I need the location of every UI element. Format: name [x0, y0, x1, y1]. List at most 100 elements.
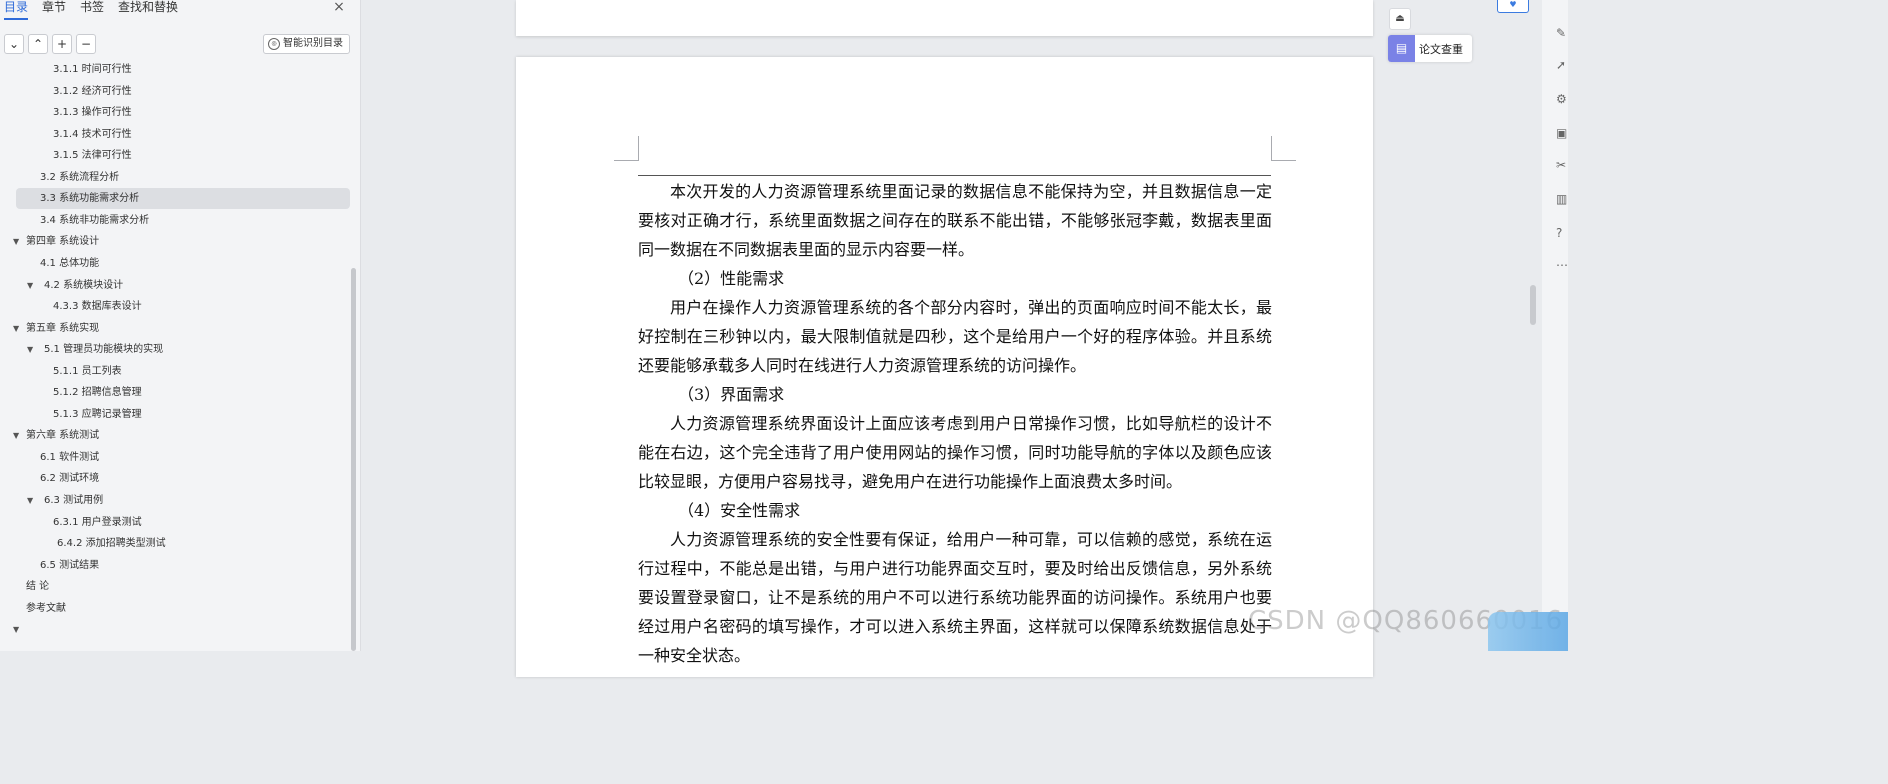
toc-item-label: 6.3.1 用户登录测试: [53, 516, 142, 528]
paper-check-label: 论文查重: [1419, 42, 1463, 56]
cursor-icon[interactable]: ➚: [1556, 58, 1566, 72]
close-icon[interactable]: ×: [332, 0, 346, 14]
toc-item[interactable]: 5.1.1 员工列表: [0, 361, 352, 382]
toc-item[interactable]: 参考文献: [0, 598, 352, 619]
toc-item[interactable]: 6.3.1 用户登录测试: [0, 512, 352, 533]
toc-item[interactable]: ▼ 第六章 系统测试: [0, 425, 352, 446]
caret-down-icon[interactable]: ▼: [13, 231, 19, 252]
collapse-all-button[interactable]: ⌄: [4, 34, 24, 54]
document-check-icon: ▤: [1388, 35, 1415, 62]
toc-item[interactable]: ▼ 6.3 测试用例: [0, 490, 352, 511]
paragraph: 用户在操作人力资源管理系统的各个部分内容时，弹出的页面响应时间不能太长，最好控制…: [638, 298, 1272, 375]
toc-item-label: 3.1.2 经济可行性: [53, 85, 132, 97]
toc-item[interactable]: ▼ 4.2 系统模块设计: [0, 275, 352, 296]
more-icon[interactable]: ⋯: [1556, 258, 1568, 272]
tab-chapters[interactable]: 章节: [42, 0, 66, 20]
sidebar-tabs: 目录 章节 书签 查找和替换: [0, 0, 192, 20]
toc-item-label: 3.3 系统功能需求分析: [40, 193, 140, 205]
toc-item-label: 3.4 系统非功能需求分析: [40, 214, 150, 226]
smart-icon: ◎: [268, 38, 280, 50]
collapse-panel-button[interactable]: ⏏: [1389, 8, 1411, 30]
scissors-icon[interactable]: ✂: [1556, 158, 1566, 172]
toc-item[interactable]: 5.1.3 应聘记录管理: [0, 404, 352, 425]
eject-icon: ⏏: [1395, 13, 1405, 24]
pen-icon[interactable]: ✎: [1556, 26, 1566, 40]
toc-toolbar: ⌄ ⌃ + −: [4, 34, 96, 54]
document-scrollbar[interactable]: [1530, 285, 1536, 325]
add-heading-button[interactable]: +: [52, 34, 72, 54]
expand-all-button[interactable]: ⌃: [28, 34, 48, 54]
caret-down-icon[interactable]: ▼: [27, 339, 33, 360]
toc-item[interactable]: 3.4 系统非功能需求分析: [0, 210, 352, 231]
toc-item-label: 3.1.4 技术可行性: [53, 128, 132, 140]
toc-item-label: 第四章 系统设计: [26, 236, 100, 248]
smart-toc-button[interactable]: ◎ 智能识别目录: [263, 34, 350, 54]
toc-item[interactable]: ▼ 第五章 系统实现: [0, 318, 352, 339]
caret-down-icon[interactable]: ▼: [13, 619, 19, 640]
toc-item[interactable]: 3.3 系统功能需求分析: [16, 188, 350, 210]
toc-item-label: 第五章 系统实现: [26, 322, 100, 334]
toc-item-label: 3.1.1 时间可行性: [53, 64, 132, 75]
toc-item-label: 3.1.5 法律可行性: [53, 150, 132, 162]
toc-item[interactable]: ▼: [0, 619, 352, 640]
toc-item[interactable]: 3.1.5 法律可行性: [0, 145, 352, 166]
toc-item[interactable]: 结 论: [0, 576, 352, 597]
tab-toc[interactable]: 目录: [4, 0, 29, 20]
smart-toc-label: 智能识别目录: [283, 38, 343, 49]
toc-item[interactable]: 4.3.3 数据库表设计: [0, 296, 352, 317]
toc-item[interactable]: 3.2 系统流程分析: [0, 167, 352, 188]
toc-item-label: 4.3.3 数据库表设计: [53, 301, 142, 313]
toc-item[interactable]: 6.2 测试环境: [0, 468, 352, 489]
chevron-up-icon: ⌃: [32, 37, 44, 51]
sidebar-scrollbar[interactable]: [351, 268, 356, 651]
caret-down-icon[interactable]: ▼: [27, 275, 33, 296]
toc-item-label: 5.1.2 招聘信息管理: [53, 387, 142, 399]
toc-item[interactable]: 5.1.2 招聘信息管理: [0, 382, 352, 403]
toc-item[interactable]: ▼ 第四章 系统设计: [0, 231, 352, 252]
toc-item-label: 4.1 总体功能: [40, 257, 100, 269]
image-icon[interactable]: ▣: [1556, 126, 1567, 140]
toc-item-label: 参考文献: [26, 602, 66, 614]
toc-item[interactable]: 3.1.1 时间可行性: [0, 59, 352, 80]
margin-corner-mark: [614, 136, 639, 161]
section-heading: （2）性能需求: [678, 269, 785, 288]
toc-item-label: 6.3 测试用例: [44, 495, 104, 506]
caret-down-icon[interactable]: ▼: [13, 425, 19, 446]
toc-item[interactable]: 3.1.4 技术可行性: [0, 124, 352, 145]
map-icon[interactable]: ▥: [1556, 192, 1567, 206]
toc-item[interactable]: 3.1.3 操作可行性: [0, 102, 352, 123]
shield-icon[interactable]: ♥: [1497, 0, 1529, 13]
toc-item-label: 3.2 系统流程分析: [40, 171, 120, 183]
toc-item-label: 结 论: [26, 581, 50, 593]
document-page: 本次开发的人力资源管理系统里面记录的数据信息不能保持为空，并且数据信息一定要核对…: [516, 57, 1373, 677]
toc-item-label: 6.2 测试环境: [40, 473, 100, 485]
tab-bookmarks[interactable]: 书签: [80, 0, 104, 20]
toc-item-label: 3.1.3 操作可行性: [53, 107, 132, 119]
paragraph: 本次开发的人力资源管理系统里面记录的数据信息不能保持为空，并且数据信息一定要核对…: [638, 182, 1272, 259]
toc-sidebar: 目录 章节 书签 查找和替换 × ⌄ ⌃ + − ◎ 智能识别目录 3.1.1 …: [0, 0, 361, 651]
toc-item-label: 5.1 管理员功能模块的实现: [44, 344, 164, 356]
paper-check-button[interactable]: ▤ 论文查重: [1388, 35, 1472, 62]
toc-item-label: 6.1 软件测试: [40, 451, 100, 463]
toc-item[interactable]: ▼ 5.1 管理员功能模块的实现: [0, 339, 352, 360]
section-heading: （3）界面需求: [678, 385, 785, 404]
corner-decoration: [1488, 612, 1568, 651]
header-rule: [638, 175, 1271, 176]
caret-down-icon[interactable]: ▼: [27, 490, 33, 511]
section-heading: （4）安全性需求: [678, 501, 801, 520]
toc-item-label: 4.2 系统模块设计: [44, 279, 124, 291]
caret-down-icon[interactable]: ▼: [13, 318, 19, 339]
toc-item-label: 6.4.2 添加招聘类型测试: [57, 538, 166, 550]
toc-item[interactable]: 6.1 软件测试: [0, 447, 352, 468]
toc-item[interactable]: 4.1 总体功能: [0, 253, 352, 274]
help-icon[interactable]: ?: [1556, 226, 1562, 240]
toc-item[interactable]: 3.1.2 经济可行性: [0, 81, 352, 102]
chevron-down-icon: ⌄: [8, 37, 20, 51]
toc-item[interactable]: 6.5 测试结果: [0, 555, 352, 576]
toc-item[interactable]: 6.4.2 添加招聘类型测试: [0, 533, 352, 554]
remove-heading-button[interactable]: −: [76, 34, 96, 54]
toc-item-label: 第六章 系统测试: [26, 430, 100, 442]
document-body[interactable]: 本次开发的人力资源管理系统里面记录的数据信息不能保持为空，并且数据信息一定要核对…: [638, 177, 1272, 670]
tab-find-replace[interactable]: 查找和替换: [118, 0, 178, 20]
sliders-icon[interactable]: ⚙: [1556, 92, 1567, 106]
